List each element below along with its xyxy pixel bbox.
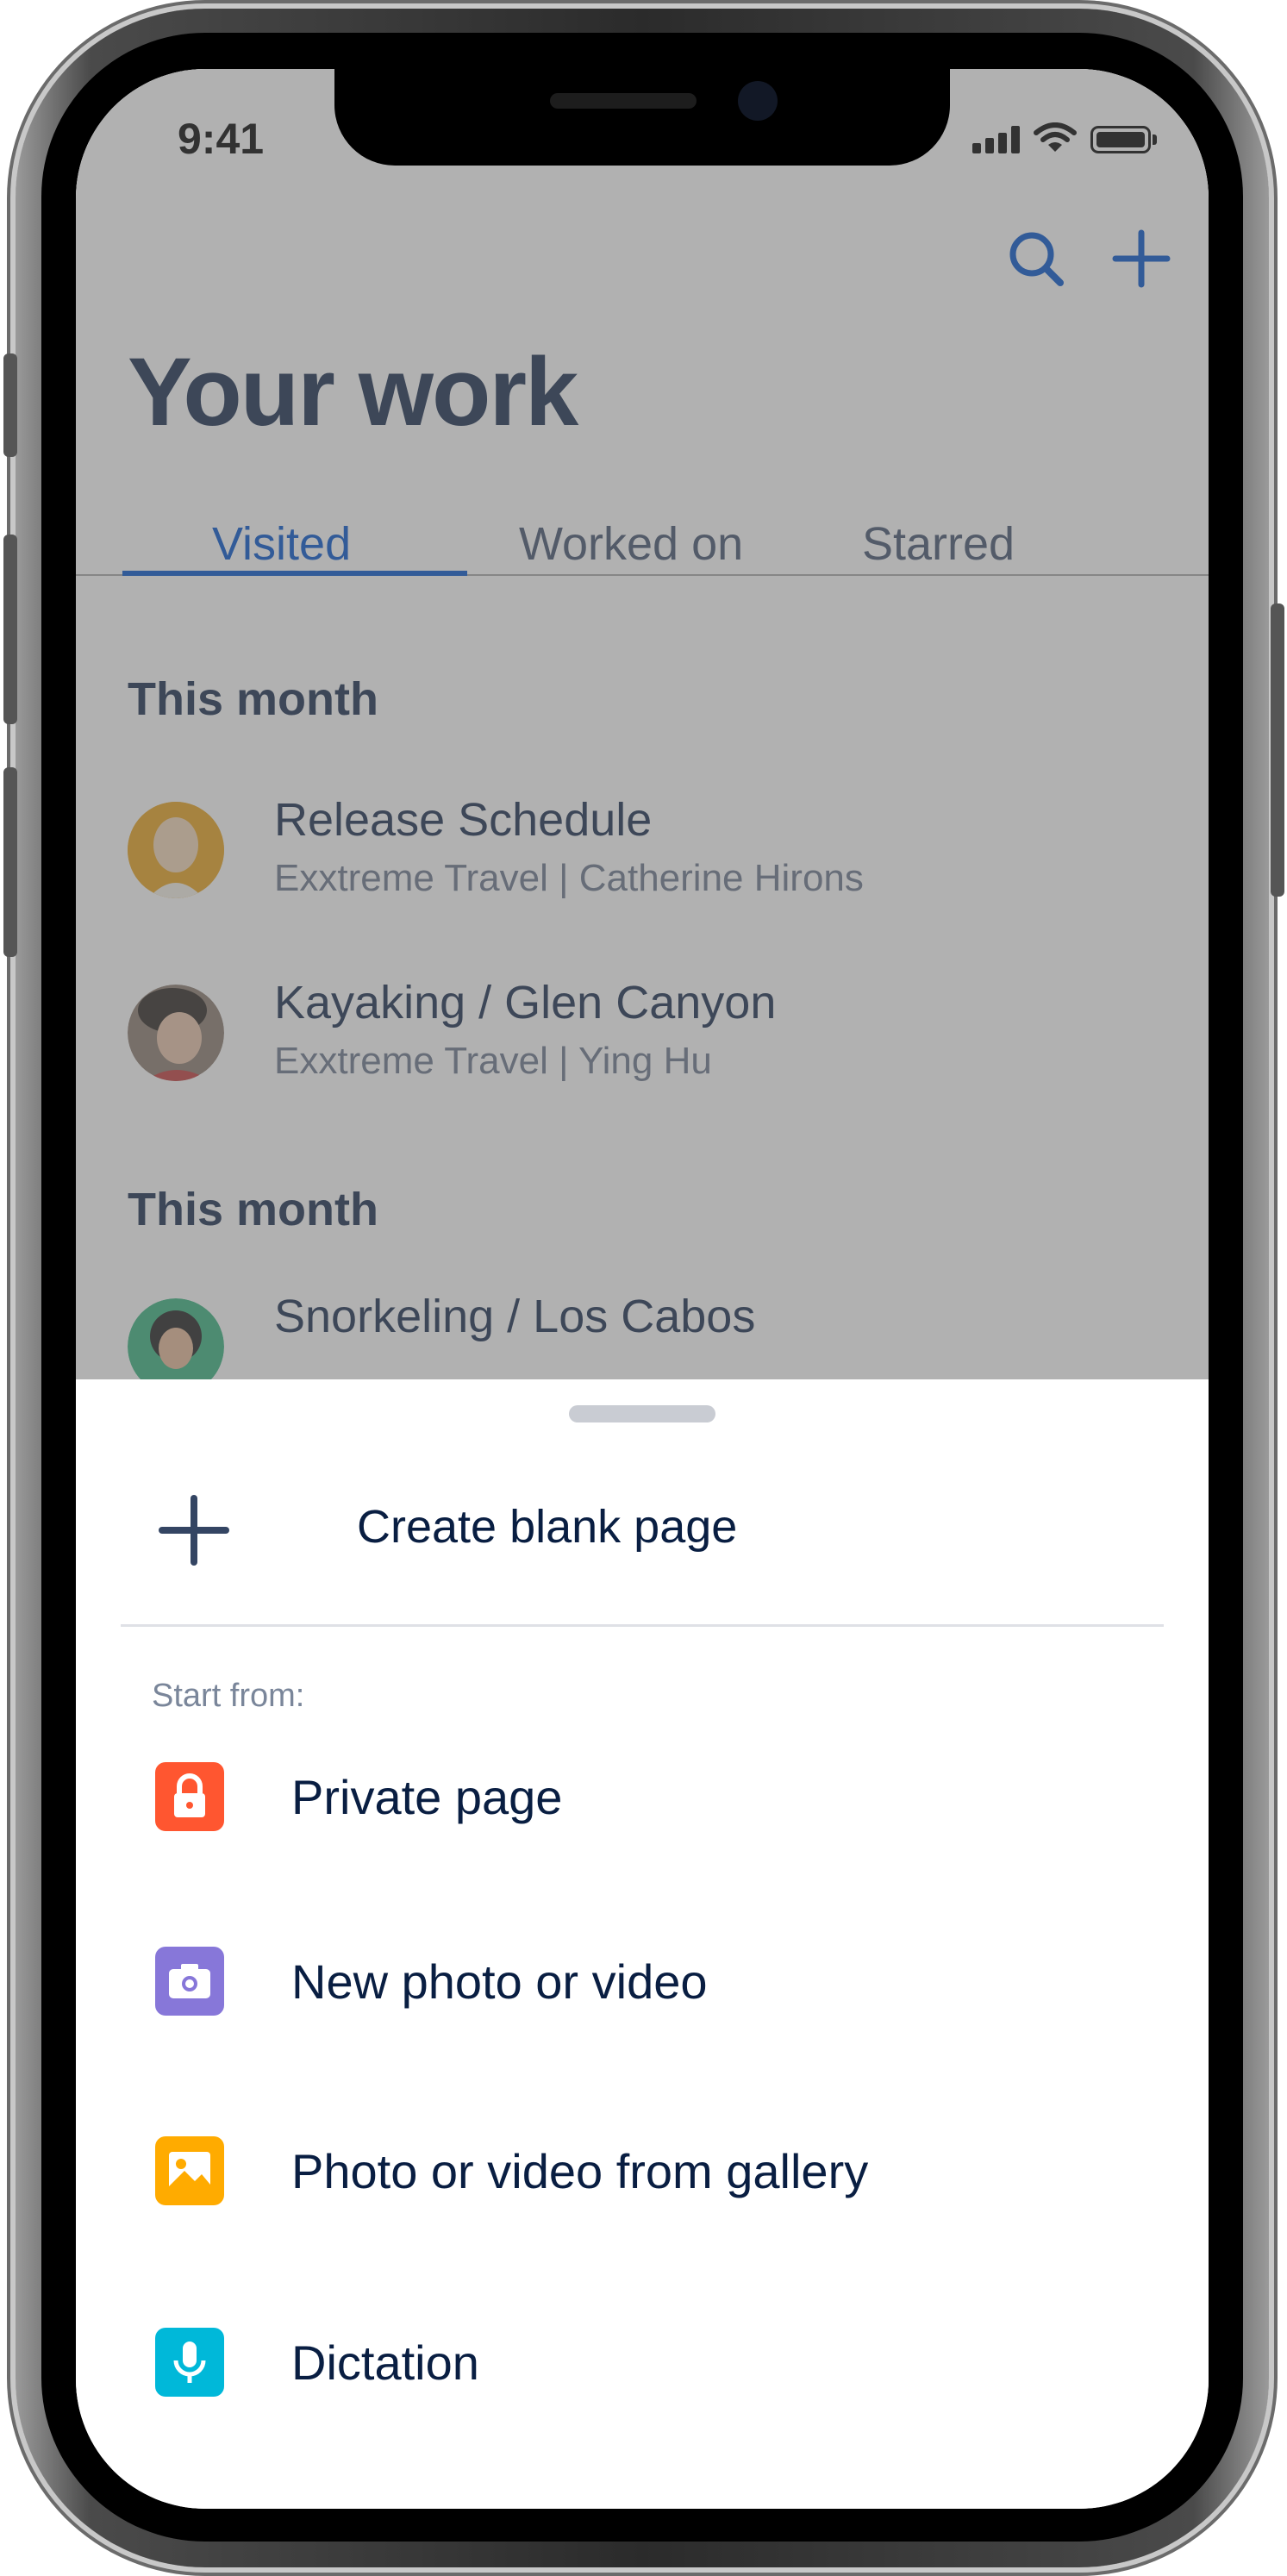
active-tab-indicator [122, 571, 467, 576]
sheet-drag-handle[interactable] [569, 1405, 715, 1422]
option-new-photo-or-video[interactable]: New photo or video [76, 1914, 1209, 2043]
option-private-page[interactable]: Private page [76, 1729, 1209, 1859]
item-subtitle: Exxtreme Travel | Catherine Hirons [274, 857, 864, 899]
volume-down-button [3, 767, 17, 957]
option-label: New photo or video [291, 1954, 708, 2009]
item-title: Release Schedule [274, 794, 653, 846]
mute-switch [3, 353, 17, 457]
section-heading: This month [128, 673, 378, 725]
add-button[interactable] [1107, 224, 1176, 293]
item-title: Snorkeling / Los Cabos [274, 1291, 756, 1342]
option-label: Dictation [291, 2335, 479, 2390]
plus-icon [159, 1495, 229, 1566]
speaker [550, 93, 697, 109]
search-button[interactable] [1002, 224, 1071, 293]
option-label: Private page [291, 1770, 563, 1824]
create-blank-page-label: Create blank page [357, 1501, 738, 1553]
create-blank-page-button[interactable]: Create blank page [76, 1448, 1209, 1604]
camera-icon [155, 1947, 224, 2016]
front-camera [738, 81, 778, 121]
image-icon [155, 2136, 224, 2205]
phone-screen: 9:41 Your work Visited Worked on Starred… [76, 69, 1209, 2509]
item-title: Kayaking / Glen Canyon [274, 977, 777, 1029]
tab-bar: Visited Worked on Starred [76, 500, 1209, 576]
volume-up-button [3, 535, 17, 724]
avatar [128, 985, 224, 1081]
section-heading: This month [128, 1184, 378, 1235]
list-item[interactable]: Kayaking / Glen Canyon Exxtreme Travel |… [128, 976, 1162, 1088]
option-label: Photo or video from gallery [291, 2144, 869, 2198]
option-dictation[interactable]: Dictation [76, 2295, 1209, 2424]
item-subtitle: Exxtreme Travel | Ying Hu [274, 1040, 712, 1082]
notch [334, 69, 950, 166]
tab-starred[interactable]: Starred [862, 517, 1015, 571]
avatar [128, 802, 224, 898]
battery-icon [1090, 126, 1157, 153]
lock-icon [155, 1762, 224, 1831]
list-item[interactable]: Release Schedule Exxtreme Travel | Cathe… [128, 793, 1162, 905]
tab-visited[interactable]: Visited [212, 517, 351, 571]
divider [121, 1624, 1164, 1627]
status-icons [972, 122, 1157, 153]
cellular-signal-icon [972, 126, 1020, 153]
start-from-label: Start from: [152, 1678, 305, 1714]
bottom-sheet: Create blank page Start from: Private pa… [76, 1379, 1209, 2509]
wifi-icon [1034, 122, 1077, 152]
status-time: 9:41 [178, 115, 265, 163]
power-button [1271, 603, 1284, 897]
search-icon [1009, 232, 1064, 286]
your-work-page: 9:41 Your work Visited Worked on Starred… [76, 69, 1209, 1395]
option-photo-or-video-from-gallery[interactable]: Photo or video from gallery [76, 2104, 1209, 2233]
plus-icon [1112, 229, 1171, 288]
tab-worked-on[interactable]: Worked on [519, 517, 743, 571]
page-title: Your work [128, 338, 578, 446]
microphone-icon [155, 2328, 224, 2397]
